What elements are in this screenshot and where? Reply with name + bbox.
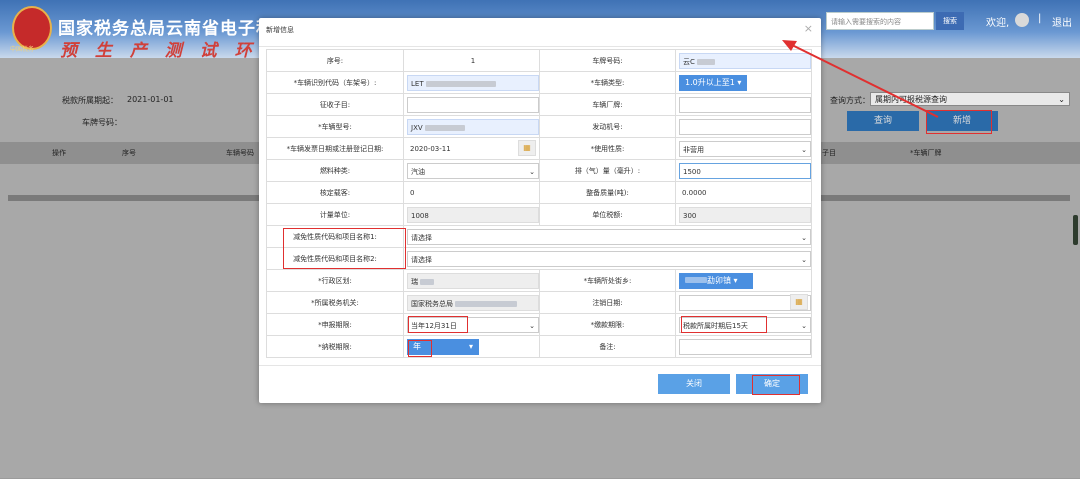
annotation-arrow xyxy=(782,40,939,118)
arrow-line xyxy=(789,43,939,118)
